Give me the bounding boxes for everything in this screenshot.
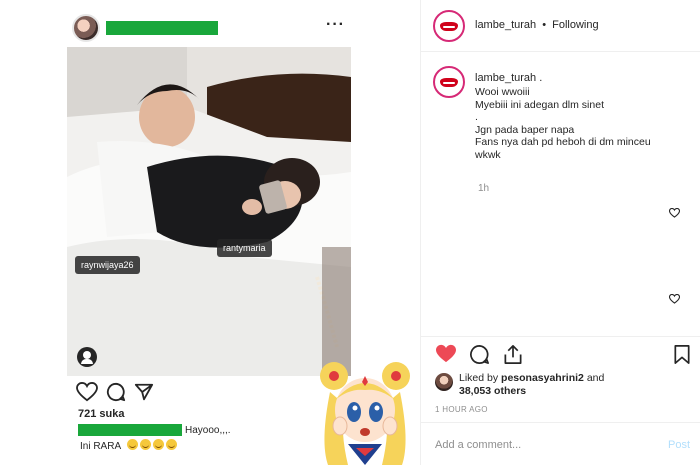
caption-line: wkwk <box>475 148 501 161</box>
screenshot-root: ··· raynwijaya26 rantymaria 721 suka Hay… <box>0 0 700 465</box>
add-comment-input[interactable]: Add a comment... <box>435 439 521 451</box>
lips-logo-icon <box>440 22 458 31</box>
section-divider <box>421 422 700 423</box>
caption-line: Fans nya dah pd heboh di dm minceu <box>475 136 651 149</box>
comment-icon[interactable] <box>469 344 490 365</box>
header-separator: • <box>542 19 547 31</box>
embedded-caption-text: Hayooo,,,. <box>185 425 231 436</box>
sailor-moon-sticker <box>320 362 410 465</box>
embedded-like-count: 721 suka <box>78 408 125 420</box>
caption-line: . <box>475 111 478 124</box>
liker-avatar[interactable] <box>435 373 453 391</box>
grin-emoji-icon <box>153 439 165 450</box>
panel-header: lambe_turah • Following <box>421 0 700 52</box>
user-tag-raynwijaya26[interactable]: raynwijaya26 <box>75 256 140 274</box>
caption-text: Wooi wwoiii Myebiii ini adegan dlm sinet… <box>475 86 695 162</box>
author-avatar[interactable] <box>433 10 465 42</box>
liked-by-line: Liked by pesonasyahrini2 and 38,053 othe… <box>435 372 695 400</box>
following-button[interactable]: Following <box>552 19 598 31</box>
liked-by-text: Liked by pesonasyahrini2 and 38,053 othe… <box>459 372 604 398</box>
grin-emoji-icon <box>166 439 178 450</box>
header-username-link[interactable]: lambe_turah <box>475 19 536 31</box>
panel-action-bar <box>433 344 695 368</box>
liked-by-prefix: Liked by <box>459 372 502 384</box>
redacted-username <box>106 21 218 35</box>
grin-emoji-row <box>127 439 179 452</box>
bookmark-icon[interactable] <box>673 344 691 365</box>
grin-emoji-icon <box>140 439 152 450</box>
caption-line: Myebiii ini adegan dlm sinet <box>475 98 604 111</box>
poster-avatar[interactable] <box>72 14 100 42</box>
liked-by-and: and <box>583 372 605 384</box>
heart-icon[interactable] <box>76 382 98 402</box>
embedded-post-header: ··· <box>68 10 353 44</box>
embedded-comment: Ini RARA <box>80 439 179 452</box>
others-count-link[interactable]: 38,053 others <box>459 385 526 397</box>
lips-logo-icon <box>440 78 458 87</box>
embedded-post: ··· raynwijaya26 rantymaria 721 suka Hay… <box>0 0 418 465</box>
caption-author-avatar[interactable] <box>433 66 465 98</box>
tagged-users-icon[interactable] <box>77 347 97 367</box>
comment-like-heart-icon[interactable] <box>669 294 680 304</box>
more-options-button[interactable]: ··· <box>326 16 345 34</box>
liker-username-link[interactable]: pesonasyahrini2 <box>501 372 584 384</box>
caption-timestamp: 1h <box>478 183 490 194</box>
caption-line: Wooi wwoiii <box>475 86 530 98</box>
liked-heart-icon[interactable] <box>435 344 457 364</box>
grin-emoji-icon <box>127 439 139 450</box>
post-comment-button[interactable]: Post <box>668 439 690 451</box>
redacted-caption-username <box>78 424 182 436</box>
user-tag-rantymaria[interactable]: rantymaria <box>217 239 272 257</box>
share-icon[interactable] <box>134 382 154 402</box>
share-upload-icon[interactable] <box>503 344 523 365</box>
section-divider <box>421 336 700 337</box>
bed-photo-illustration <box>67 47 351 376</box>
post-side-panel: lambe_turah • Following lambe_turah . Wo… <box>420 0 700 465</box>
caption-line: Jgn pada baper napa <box>475 123 575 136</box>
embedded-comment-text: Ini RARA <box>80 441 121 452</box>
post-time-ago: 1 HOUR AGO <box>435 405 488 414</box>
post-photo[interactable]: raynwijaya26 rantymaria <box>67 47 351 376</box>
comment-like-heart-icon[interactable] <box>669 208 680 218</box>
comment-icon[interactable] <box>106 382 126 402</box>
panel-header-text: lambe_turah • Following <box>475 19 599 31</box>
caption-username-link[interactable]: lambe_turah . <box>475 72 542 84</box>
